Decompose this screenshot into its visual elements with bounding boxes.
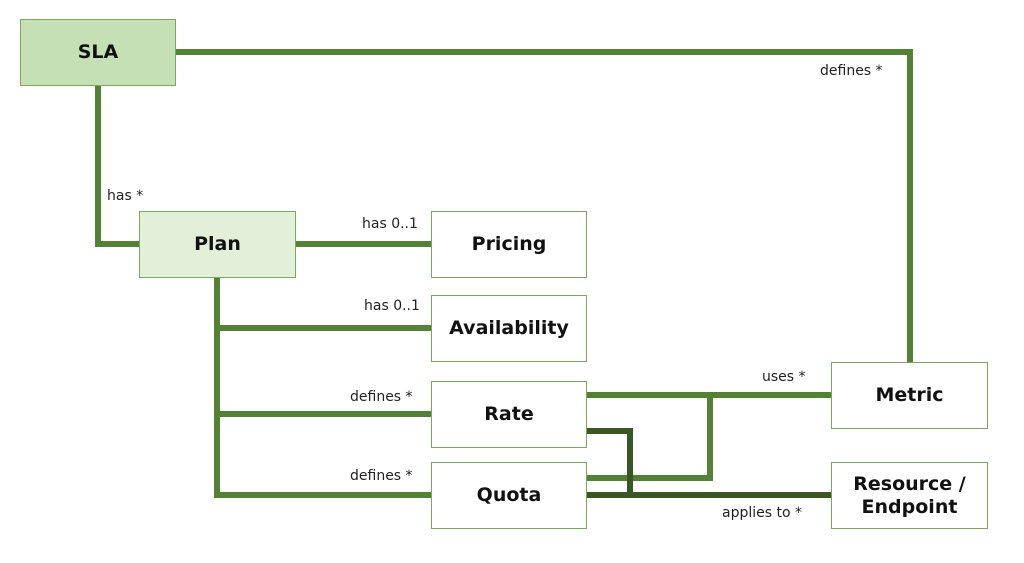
node-sla: SLA xyxy=(20,19,176,86)
node-availability: Availability xyxy=(431,295,587,362)
edge-quota-metric xyxy=(587,395,713,481)
label-plan-availability: has 0..1 xyxy=(364,298,420,314)
label-plan-rate: defines * xyxy=(350,389,413,405)
label-applies-to: applies to * xyxy=(722,505,802,521)
node-resource-endpoint: Resource / Endpoint xyxy=(831,462,988,529)
node-metric: Metric xyxy=(831,362,988,429)
edge-sla-plan xyxy=(95,86,139,247)
node-quota: Quota xyxy=(431,462,587,529)
label-plan-quota: defines * xyxy=(350,468,413,484)
label-uses: uses * xyxy=(762,369,806,385)
node-plan: Plan xyxy=(139,211,296,278)
label-plan-pricing: has 0..1 xyxy=(362,216,418,232)
label-sla-metric: defines * xyxy=(820,63,883,79)
edge-rate-resource xyxy=(587,428,633,495)
node-rate: Rate xyxy=(431,381,587,448)
label-sla-plan: has * xyxy=(107,188,144,204)
node-pricing: Pricing xyxy=(431,211,587,278)
